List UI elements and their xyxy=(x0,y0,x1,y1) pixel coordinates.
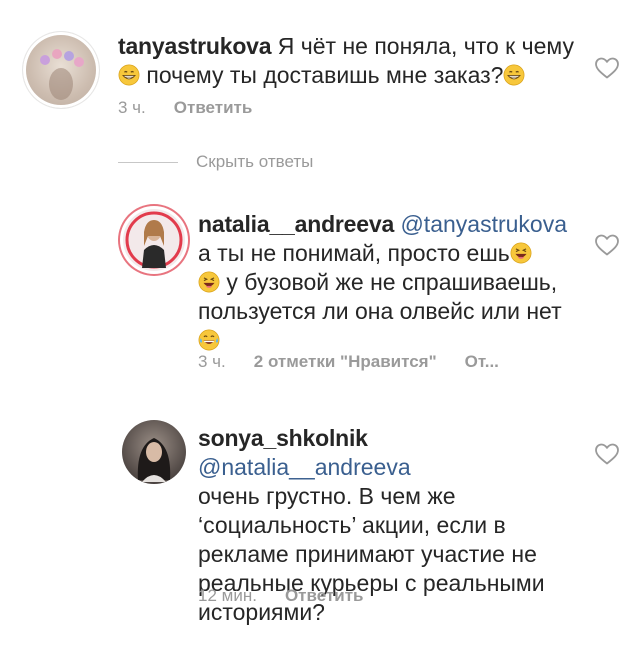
avatar-person-icon xyxy=(137,438,171,482)
comment-text: почему ты доставишь мне заказ? xyxy=(146,62,504,88)
mention-link[interactable]: @natalia__andreeva xyxy=(198,454,411,480)
comment-text: ‘социальность’ акции, если в xyxy=(198,512,506,538)
comment-text: пользуется ли она олвейс или нет xyxy=(198,298,562,324)
comment-time: 3 ч. xyxy=(198,352,226,371)
avatar[interactable] xyxy=(122,420,186,484)
comment-username[interactable]: natalia__andreeva xyxy=(198,211,394,237)
laughing-emoji-icon xyxy=(510,242,532,264)
tears-of-joy-emoji-icon xyxy=(198,329,220,351)
reply-button[interactable]: От... xyxy=(465,352,499,371)
grinning-emoji-icon xyxy=(503,64,525,86)
comment-username[interactable]: sonya_shkolnik xyxy=(198,425,368,451)
comment-text: Я чёт не поняла, что к чему xyxy=(277,33,574,59)
reply-button[interactable]: Ответить xyxy=(285,586,364,605)
heart-outline-icon[interactable] xyxy=(594,233,620,257)
comment-text: очень грустно. В чем же xyxy=(198,483,456,509)
heart-outline-icon[interactable] xyxy=(594,56,620,80)
avatar[interactable] xyxy=(23,32,99,108)
comment-time: 3 ч. xyxy=(118,98,146,117)
grinning-emoji-icon xyxy=(118,64,140,86)
replies-divider xyxy=(118,162,178,163)
likes-count-link[interactable]: 2 отметки "Нравится" xyxy=(254,352,437,371)
heart-outline-icon[interactable] xyxy=(594,442,620,466)
reply-button[interactable]: Ответить xyxy=(174,98,253,117)
avatar-person-icon xyxy=(123,209,185,271)
avatar-flowers-icon xyxy=(40,49,84,100)
comment-text: рекламе принимают участие не xyxy=(198,541,537,567)
comment-time: 12 мин. xyxy=(198,586,257,605)
comment-text: а ты не понимай, просто ешь xyxy=(198,240,510,266)
comment-username[interactable]: tanyastrukova xyxy=(118,33,272,59)
avatar[interactable] xyxy=(120,206,188,274)
mention-link[interactable]: @tanyastrukova xyxy=(400,211,567,237)
comment-text: у бузовой же не спрашиваешь, xyxy=(226,269,558,295)
hide-replies-button[interactable]: Скрыть ответы xyxy=(196,152,313,172)
laughing-emoji-icon xyxy=(198,271,220,293)
